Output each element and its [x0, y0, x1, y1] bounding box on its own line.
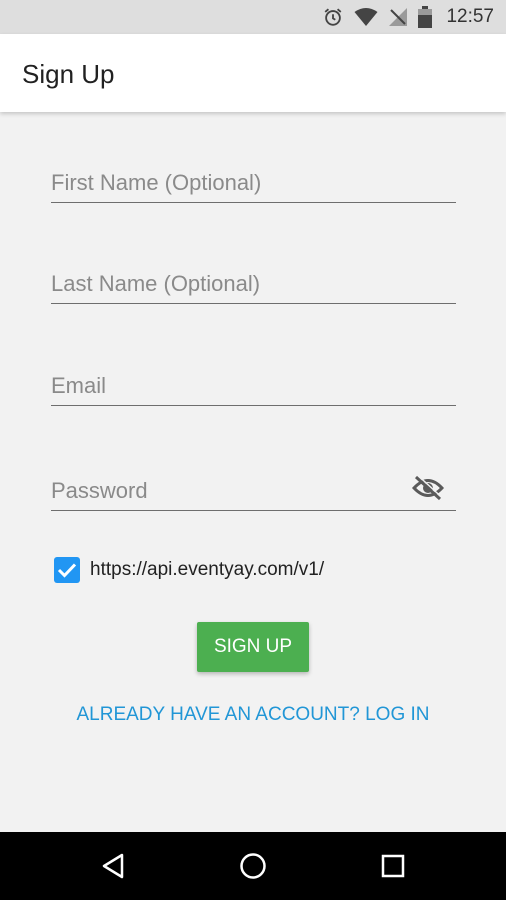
- recents-icon[interactable]: [376, 849, 410, 883]
- checkmark-icon: [57, 563, 77, 578]
- password-field: [51, 470, 456, 511]
- email-field: [51, 365, 456, 406]
- navigation-bar: [0, 832, 506, 900]
- visibility-off-icon[interactable]: [411, 474, 445, 502]
- app-bar: Sign Up: [0, 34, 506, 112]
- status-bar: 12:57: [0, 0, 506, 34]
- alarm-icon: [322, 6, 344, 28]
- status-icons: 12:57: [322, 0, 494, 34]
- page-title: Sign Up: [22, 59, 115, 89]
- email-input[interactable]: [51, 373, 456, 399]
- back-icon[interactable]: [96, 849, 130, 883]
- first-name-field: [51, 162, 456, 203]
- api-url-checkbox[interactable]: [54, 557, 80, 583]
- wifi-icon: [354, 7, 378, 27]
- signup-screen: 12:57 Sign Up https://a: [0, 0, 506, 900]
- last-name-field: [51, 263, 456, 304]
- login-link[interactable]: ALREADY HAVE AN ACCOUNT? LOG IN: [0, 704, 506, 726]
- status-time: 12:57: [446, 6, 494, 27]
- sign-up-button[interactable]: SIGN UP: [197, 622, 309, 672]
- password-input[interactable]: [51, 478, 401, 504]
- api-url-option: https://api.eventyay.com/v1/: [54, 557, 324, 583]
- first-name-input[interactable]: [51, 170, 456, 196]
- api-url-label: https://api.eventyay.com/v1/: [90, 559, 325, 580]
- battery-icon: [418, 6, 433, 28]
- no-signal-icon: [388, 7, 408, 27]
- last-name-input[interactable]: [51, 271, 456, 297]
- home-icon[interactable]: [236, 849, 270, 883]
